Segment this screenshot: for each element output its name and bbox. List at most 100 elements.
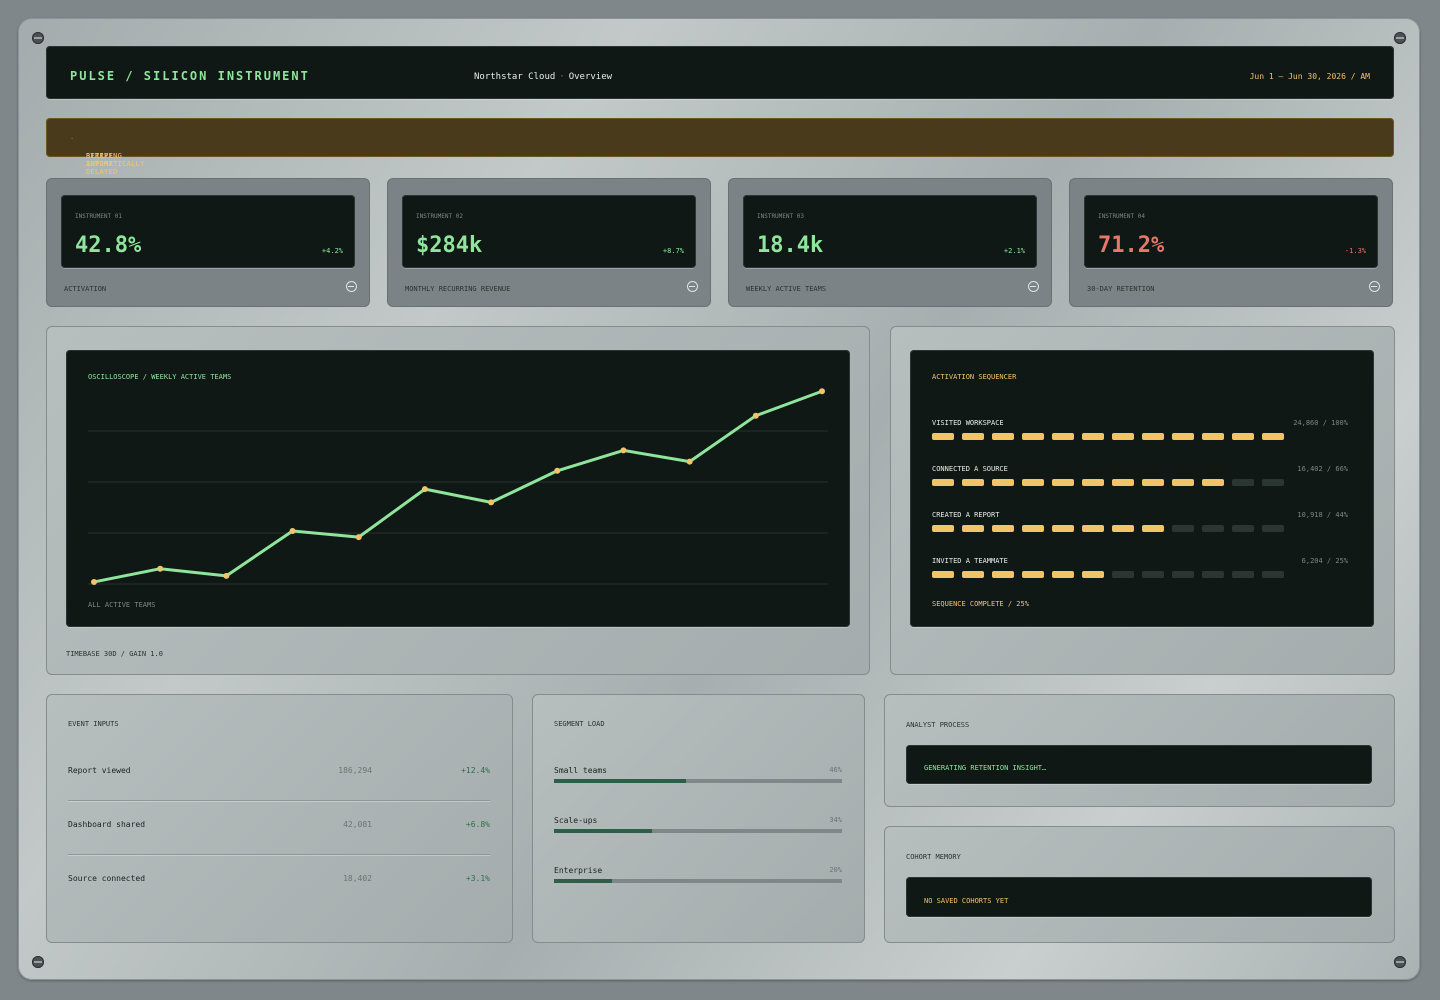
event-count: 186,294	[338, 766, 372, 775]
sequencer-cell-active	[1172, 433, 1194, 440]
data-point[interactable]	[223, 572, 230, 579]
minus-knob-icon[interactable]	[1369, 281, 1380, 292]
sequencer-cell-active	[932, 433, 954, 440]
segment-track	[554, 879, 842, 883]
series-label: All active teams	[88, 601, 156, 609]
data-point[interactable]	[686, 458, 693, 465]
sequencer-cell-active	[1022, 571, 1044, 578]
import-alert-banner: Stripe import delayed · Retrying automatic…	[46, 118, 1394, 176]
kpi-card-retention[interactable]: Instrument 04 71.2% -1.3% 30-day retenti…	[1069, 178, 1393, 307]
screw-icon	[1394, 32, 1406, 44]
kpi-screen: Instrument 04 71.2% -1.3%	[1084, 195, 1378, 268]
segment-fill	[554, 879, 612, 883]
sequencer-cell-active	[1112, 433, 1134, 440]
step-count: 6,204 / 25%	[1301, 557, 1348, 565]
event-row[interactable]: Dashboard shared 42,081 +6.8%	[68, 820, 490, 874]
kpi-screen: Instrument 01 42.8% +4.2%	[61, 195, 355, 268]
segment-percent: 46%	[829, 766, 842, 774]
sequencer-screen: Activation sequencer Visited workspace 2…	[910, 350, 1374, 627]
series-line	[93, 389, 823, 584]
sequencer-cell-active	[1172, 479, 1194, 486]
segment-load-panel: Segment load Small teams 46% Scale-ups 3…	[532, 694, 865, 943]
step-cells	[932, 433, 1284, 440]
minus-knob-icon[interactable]	[687, 281, 698, 292]
step-name: Created a report	[932, 511, 1000, 519]
sequencer-cell-active	[1052, 479, 1074, 486]
data-point[interactable]	[620, 447, 627, 454]
step-cells	[932, 525, 1284, 532]
kpi-card-weekly-active-teams[interactable]: Instrument 03 18.4k +2.1% Weekly active …	[728, 178, 1052, 307]
sequencer-cell-active	[1082, 479, 1104, 486]
event-row[interactable]: Report viewed 186,294 +12.4%	[68, 766, 490, 820]
sequencer-cell-active	[1052, 525, 1074, 532]
sequencer-cell-active	[1232, 433, 1254, 440]
event-count: 18,402	[343, 874, 372, 883]
sequence-complete-label: Sequence complete / 25%	[932, 600, 1029, 608]
screw-icon	[32, 956, 44, 968]
alert-text: Stripe import delayed · Retrying automatic…	[66, 135, 144, 176]
screw-icon	[1394, 956, 1406, 968]
data-point[interactable]	[421, 486, 428, 493]
segment-fill	[554, 779, 687, 783]
sequencer-cell-active	[1082, 525, 1104, 532]
sequencer-cell-inactive	[1232, 525, 1254, 532]
data-point[interactable]	[91, 578, 97, 585]
sequencer-cell-active	[1142, 479, 1164, 486]
app-header: PULSE / SILICON INSTRUMENT Northstar Clo…	[46, 46, 1394, 99]
step-name: Connected a source	[932, 465, 1008, 473]
segment-percent: 20%	[829, 866, 842, 874]
data-point[interactable]	[289, 527, 296, 534]
sequencer-cell-active	[992, 525, 1014, 532]
kpi-card-activation[interactable]: Instrument 01 42.8% +4.2% Activation	[46, 178, 370, 307]
event-delta: +6.8%	[465, 820, 490, 829]
sequencer-cell-inactive	[1112, 571, 1134, 578]
analyst-process-panel: Analyst process Generating retention ins…	[884, 694, 1395, 807]
minus-knob-icon[interactable]	[346, 281, 357, 292]
sequencer-cell-active	[962, 571, 984, 578]
data-point[interactable]	[157, 565, 164, 572]
section-title: Cohort memory	[906, 853, 961, 861]
sequencer-cell-active	[932, 525, 954, 532]
sequencer-cell-active	[1052, 571, 1074, 578]
segment-name: Enterprise	[554, 866, 603, 875]
kpi-delta: +8.7%	[662, 247, 684, 255]
event-delta: +3.1%	[465, 874, 490, 883]
data-point[interactable]	[488, 499, 495, 506]
kpi-value: 18.4k	[757, 233, 824, 258]
data-point[interactable]	[355, 534, 362, 541]
row-divider	[68, 854, 490, 855]
minus-knob-icon[interactable]	[1028, 281, 1039, 292]
workspace-name[interactable]: Northstar Cloud	[474, 72, 555, 82]
event-delta: +12.4%	[461, 766, 490, 775]
alert-status: Retrying automatically	[86, 152, 145, 168]
sequencer-cell-active	[962, 525, 984, 532]
sequencer-title: Activation sequencer	[932, 373, 1017, 381]
step-cells	[932, 571, 1284, 578]
sequencer-cell-inactive	[1232, 571, 1254, 578]
event-row[interactable]: Source connected 18,402 +3.1%	[68, 874, 490, 928]
sequencer-cell-inactive	[1262, 571, 1284, 578]
sequencer-cell-inactive	[1142, 571, 1164, 578]
kpi-card-mrr[interactable]: Instrument 02 $284k +8.7% Monthly recurr…	[387, 178, 711, 307]
view-name[interactable]: Overview	[569, 72, 612, 82]
sequencer-cell-active	[1022, 479, 1044, 486]
oscilloscope-panel: Oscilloscope / Weekly active teams All a…	[46, 326, 870, 675]
sequencer-cell-active	[932, 479, 954, 486]
sequencer-cell-active	[1112, 479, 1134, 486]
sequencer-cell-active	[1112, 525, 1134, 532]
sequencer-cell-active	[1262, 433, 1284, 440]
sequencer-cell-active	[1022, 525, 1044, 532]
data-point[interactable]	[819, 388, 825, 395]
analyst-terminal: Generating retention insight…	[906, 745, 1372, 784]
sequencer-cell-inactive	[1172, 571, 1194, 578]
kpi-instrument-id: Instrument 01	[75, 213, 122, 220]
data-point[interactable]	[554, 467, 561, 474]
event-name: Report viewed	[68, 766, 131, 775]
data-point[interactable]	[752, 412, 759, 419]
date-range-selector[interactable]: Jun 1 – Jun 30, 2026 / AM	[1250, 72, 1370, 81]
cohort-terminal: No saved cohorts yet	[906, 877, 1372, 917]
kpi-instrument-id: Instrument 03	[757, 213, 804, 220]
workspace-breadcrumb[interactable]: Northstar Cloud · Overview	[474, 72, 612, 82]
section-title: Event inputs	[68, 720, 119, 728]
kpi-delta: -1.3%	[1344, 247, 1366, 255]
